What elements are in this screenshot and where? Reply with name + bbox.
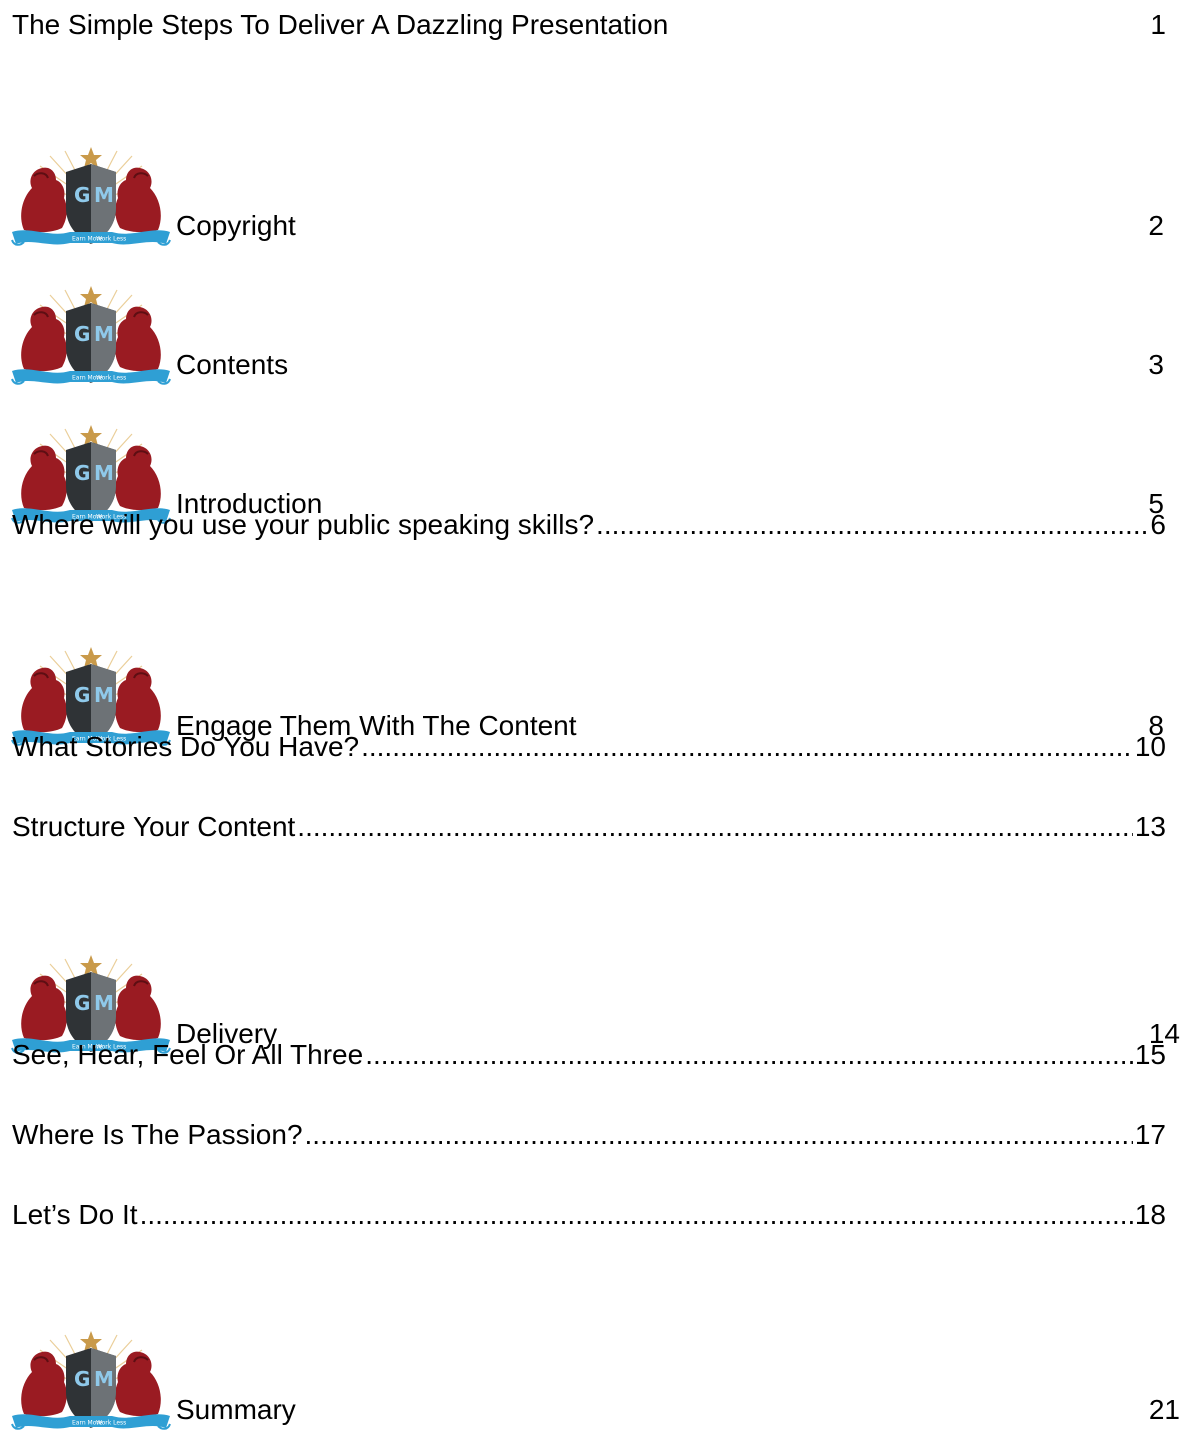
toc-entry[interactable]: Structure Your Content 13: [12, 810, 1166, 844]
toc-entry-page: 3: [1148, 349, 1164, 380]
toc-entry[interactable]: The Simple Steps To Deliver A Dazzling P…: [12, 8, 1166, 42]
toc-entry-title: Structure Your Content: [12, 811, 296, 842]
toc-entry-title: Contents: [176, 349, 289, 380]
dot-leader: [361, 730, 1133, 764]
dot-leader: [596, 508, 1148, 542]
toc-entry[interactable]: Summary 21: [10, 1330, 1180, 1427]
toc-entry-title: See, Hear, Feel Or All Three: [12, 1039, 364, 1070]
toc-entry-title: Where will you use your public speaking …: [12, 509, 595, 540]
toc-entry-page: 2: [1148, 210, 1164, 241]
toc-entry-title: Where Is The Passion?: [12, 1119, 303, 1150]
toc-entry-title: The Simple Steps To Deliver A Dazzling P…: [12, 9, 669, 40]
dot-leader: [297, 810, 1133, 844]
toc-entry[interactable]: Where Is The Passion? 17: [12, 1118, 1166, 1152]
gm-crest-logo: [10, 146, 172, 251]
toc-entry[interactable]: Let’s Do It 18: [12, 1198, 1166, 1232]
dot-leader: [140, 1198, 1133, 1232]
toc-entry[interactable]: See, Hear, Feel Or All Three 15: [12, 1038, 1166, 1072]
toc-entry[interactable]: What Stories Do You Have? 10: [12, 730, 1166, 764]
gm-crest-logo: [10, 1330, 172, 1435]
toc-entry-title: Let’s Do It: [12, 1199, 138, 1230]
gm-crest-logo: [10, 285, 172, 390]
toc-entry-page: 13: [1134, 811, 1166, 842]
toc-entry[interactable]: Copyright 2: [10, 146, 1164, 243]
toc-entry-title: What Stories Do You Have?: [12, 731, 360, 762]
toc-entry-page: 1: [1150, 9, 1166, 40]
toc-entry-page: 15: [1134, 1039, 1166, 1070]
toc-entry-page: 6: [1150, 509, 1166, 540]
toc-entry[interactable]: Engage Them With The Content 8: [10, 646, 1164, 743]
dot-leader: [305, 1118, 1133, 1152]
toc-entry[interactable]: Delivery 14: [10, 954, 1180, 1051]
toc-entry-title: Copyright: [176, 210, 296, 241]
toc-entry[interactable]: Introduction 5: [10, 424, 1164, 521]
toc-entry[interactable]: Contents 3: [10, 285, 1164, 382]
toc-entry-page: 10: [1134, 731, 1166, 762]
toc-entry-page: 17: [1134, 1119, 1166, 1150]
toc-entry[interactable]: Where will you use your public speaking …: [12, 508, 1166, 542]
dot-leader: [365, 1038, 1133, 1072]
toc-entry-page: 18: [1134, 1199, 1166, 1230]
toc-entry-title: Summary: [176, 1394, 296, 1425]
toc-entry-page: 21: [1148, 1394, 1180, 1425]
